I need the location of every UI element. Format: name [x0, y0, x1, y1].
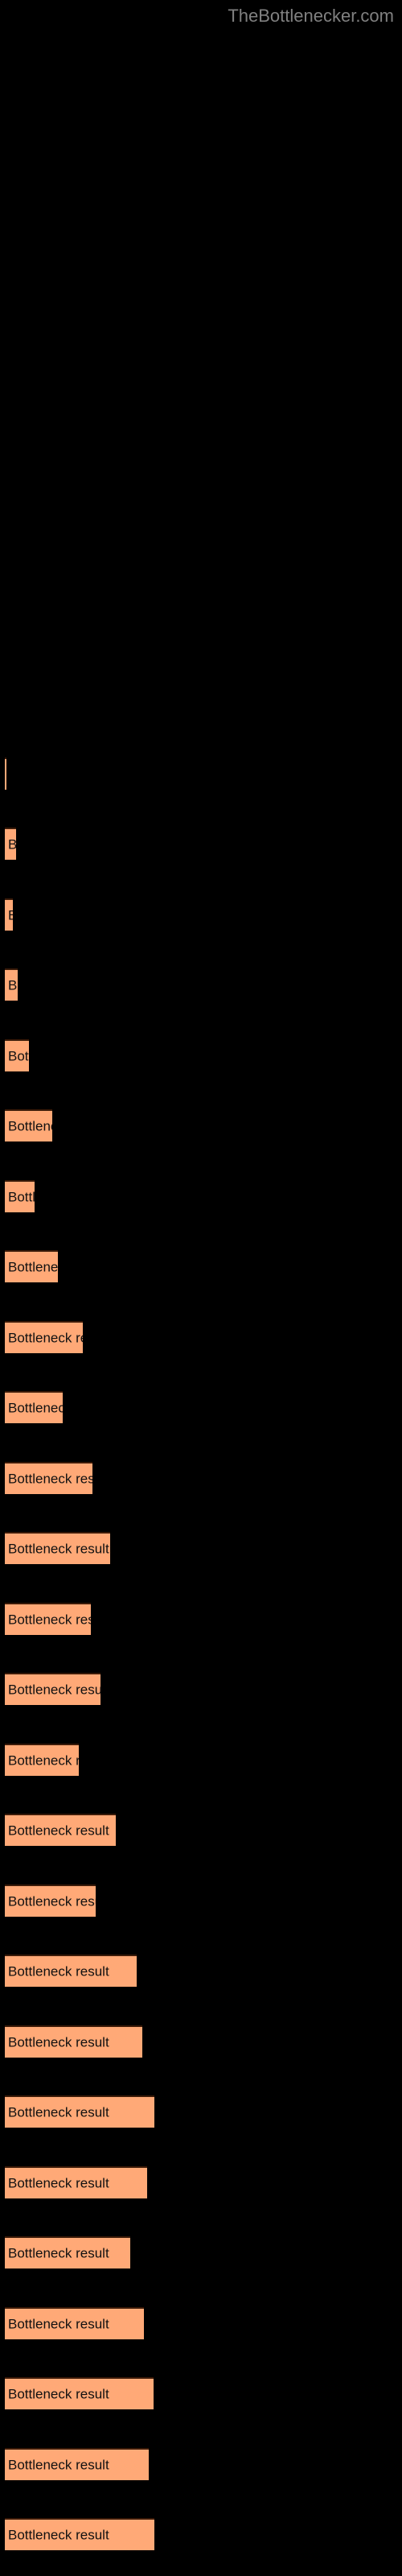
bar-label: Bottleneck result — [8, 1752, 79, 1769]
bar[interactable]: Bottleneck result — [5, 1673, 100, 1705]
bar[interactable]: Bottleneck result — [5, 2095, 154, 2128]
bar[interactable]: Bottleneck result — [5, 1250, 58, 1282]
bar-label: Bottleneck result — [8, 1118, 52, 1134]
bar[interactable]: Bottleneck result — [5, 1603, 91, 1635]
bar[interactable]: Bottleneck result — [5, 1955, 137, 1987]
bar-label: Bottleneck result — [8, 1330, 83, 1346]
bar-label: Bottleneck result — [8, 1471, 92, 1487]
bar-label: Bottleneck result — [8, 2245, 109, 2261]
bar[interactable]: Bottleneck result — [5, 1744, 79, 1776]
bar[interactable]: Bottleneck result — [5, 2025, 142, 2058]
bar[interactable]: Bottleneck result — [5, 2307, 144, 2339]
bar-label: Bottleneck result — [8, 1259, 58, 1275]
bar-label: Bottleneck result — [8, 1682, 100, 1698]
bar-label: Bottleneck result — [8, 2316, 109, 2332]
bottleneck-bar-chart: Bottleneck result Bottleneck result Bottle… — [0, 0, 402, 2576]
bar[interactable]: Bottleneck result — [5, 2518, 154, 2550]
bar[interactable]: Bottleneck result — [5, 1391, 63, 1423]
bar-label: Bottleneck result — [8, 2457, 109, 2473]
bar[interactable]: Bottleneck result — [5, 968, 18, 1001]
bar-label: Bottleneck result — [8, 1400, 63, 1416]
bar[interactable]: Bottleneck result — [5, 1109, 52, 1141]
bar[interactable]: Bottleneck result — [5, 1814, 116, 1846]
bar-label: Bottleneck result — [8, 1823, 109, 1839]
bar-label: Bottleneck result — [8, 1893, 96, 1909]
bar-label: Bottleneck result — [8, 1541, 109, 1557]
bar[interactable]: Bottleneck result — [5, 828, 16, 860]
bar[interactable]: Bottleneck result — [5, 898, 13, 931]
bar-label: Bottleneck result — [8, 909, 13, 923]
bar-label: Bottleneck result — [8, 2034, 109, 2050]
bar-label: Bottleneck result — [8, 2175, 109, 2191]
bar-label: Bottleneck result — [8, 1048, 29, 1064]
bar-label: Bottleneck result — [8, 1189, 35, 1205]
bar-label: Bottleneck result — [8, 977, 18, 993]
bar[interactable]: Bottleneck result — [5, 2448, 149, 2480]
bar[interactable]: Bottleneck result — [5, 758, 6, 790]
bar-label: Bottleneck result — [8, 1963, 109, 1979]
bar-label: Bottleneck result — [8, 2386, 109, 2402]
bar[interactable]: Bottleneck result — [5, 1321, 83, 1353]
bar-label: Bottleneck result — [8, 838, 16, 852]
bar[interactable]: Bottleneck result — [5, 2236, 130, 2268]
bar[interactable]: Bottleneck result — [5, 2377, 154, 2409]
bar-label: Bottleneck result — [8, 1612, 91, 1628]
bar[interactable]: Bottleneck result — [5, 1532, 110, 1564]
bar[interactable]: Bottleneck result — [5, 1885, 96, 1917]
bar[interactable]: Bottleneck result — [5, 1039, 29, 1071]
bar[interactable]: Bottleneck result — [5, 1180, 35, 1212]
bar[interactable]: Bottleneck result — [5, 2166, 147, 2198]
bar-label: Bottleneck result — [8, 2104, 109, 2120]
bar-label: Bottleneck result — [8, 2527, 109, 2543]
bar[interactable]: Bottleneck result — [5, 1462, 92, 1494]
